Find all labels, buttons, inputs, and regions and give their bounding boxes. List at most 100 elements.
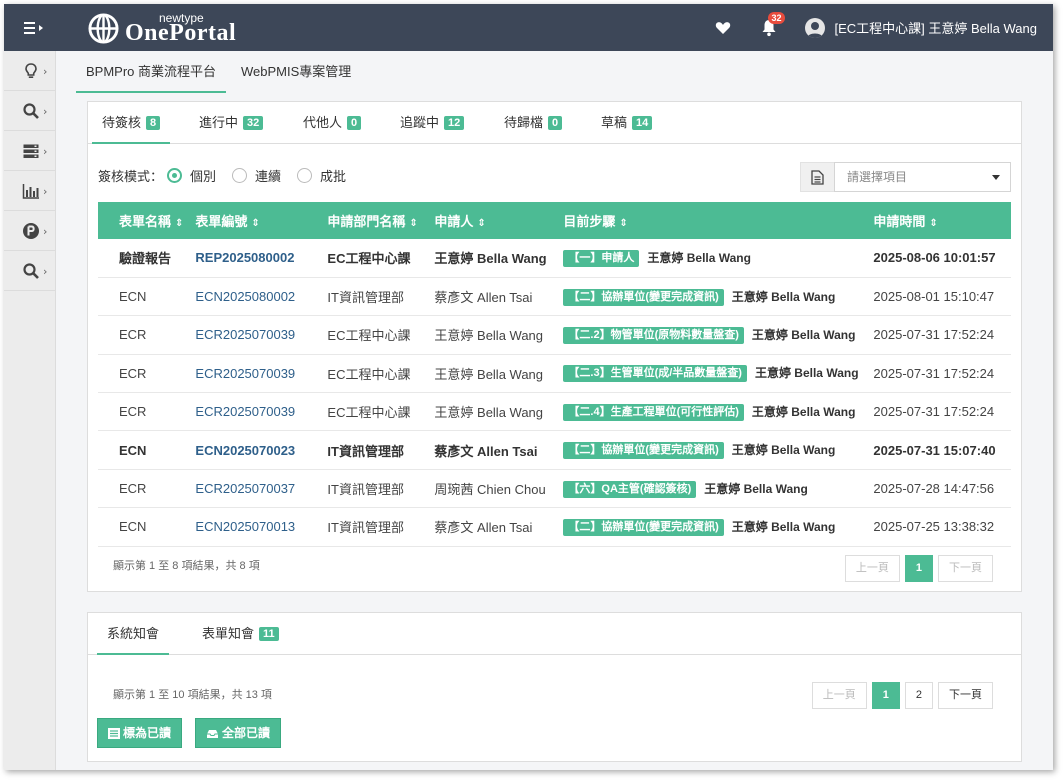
cell-current-step: 【六】QA主管(確認簽核) 王意婷 Bella Wang (557, 469, 868, 509)
table-row[interactable]: ECR ECR2025070037 IT資訊管理部 周琬茜 Chien Chou 【六】… (98, 469, 1011, 509)
sidebar-item-search[interactable]: › (4, 91, 55, 131)
tab-delegate[interactable]: 代他人 0 (293, 102, 371, 144)
next-page-button[interactable]: 下一頁 (938, 682, 993, 709)
tab-in-progress[interactable]: 進行中 32 (189, 102, 273, 144)
mark-read-button[interactable]: 標為已讀 (97, 718, 183, 748)
cell-current-step: 【二】協辦單位(變更完成資訊) 王意婷 Bella Wang (557, 430, 868, 470)
tab-form-notice[interactable]: 表單知會 11 (192, 613, 289, 655)
user-avatar[interactable] (805, 17, 826, 38)
tab-webpmis[interactable]: WebPMIS專案管理 (231, 51, 361, 93)
module-tabs: BPMPro 商業流程平台 WebPMIS專案管理 (76, 51, 1053, 93)
column-header-current-step[interactable]: 目前步驟 ⇕ (557, 202, 868, 239)
table-row[interactable]: ECR ECR2025070039 EC工程中心課 王意婷 Bella Wang 【二.… (98, 354, 1011, 394)
step-badge: 【二.2】物管單位(原物料數量盤查) (563, 326, 744, 344)
mode-radio-batch[interactable] (297, 168, 313, 183)
form-id-link[interactable]: ECR2025070039 (195, 404, 295, 419)
table-row[interactable]: ECR ECR2025070039 EC工程中心課 王意婷 Bella Wang 【二.… (98, 392, 1011, 432)
form-id-link[interactable]: ECN2025080002 (195, 289, 295, 304)
tab-label: 待歸檔 (504, 115, 544, 130)
server-icon (23, 144, 39, 158)
form-id-link[interactable]: REP2025080002 (195, 250, 294, 265)
prev-page-button[interactable]: 上一頁 (811, 682, 867, 709)
mark-all-read-button[interactable]: 全部已讀 (195, 718, 282, 748)
mode-radio-individual[interactable] (167, 168, 183, 183)
search-icon (23, 263, 39, 279)
form-id-link[interactable]: ECR2025070039 (195, 327, 295, 342)
table-row[interactable]: ECN ECN2025070013 IT資訊管理部 蔡彥文 Allen Tsai 【二】… (98, 507, 1011, 547)
cell-apply-time: 2025-07-31 17:52:24 (867, 392, 1011, 432)
menu-toggle-button[interactable] (24, 19, 50, 37)
sidebar-item-server[interactable]: › (4, 131, 55, 171)
cell-current-step: 【二】協辦單位(變更完成資訊) 王意婷 Bella Wang (557, 277, 868, 317)
page-button[interactable]: 2 (904, 682, 933, 709)
tab-system-notice[interactable]: 系統知會 (97, 613, 170, 655)
form-id-link[interactable]: ECN2025070013 (195, 519, 295, 534)
cell-department: IT資訊管理部 (321, 430, 429, 470)
sidebar-item-reports[interactable]: › (4, 171, 55, 211)
step-badge: 【一】申請人 (563, 249, 640, 267)
tab-pending[interactable]: 待簽核 8 (92, 102, 171, 144)
item-select[interactable]: 請選擇項目 (834, 162, 1011, 192)
page-button[interactable]: 1 (871, 682, 900, 709)
step-user: 王意婷 Bella Wang (754, 366, 859, 381)
count-badge: 11 (259, 627, 279, 641)
sidebar-item-search-2[interactable]: › (4, 251, 55, 291)
count-badge: 12 (444, 116, 465, 130)
notice-info: 顯示第 1 至 10 項結果，共 13 項 (113, 689, 272, 701)
document-button[interactable] (800, 162, 834, 192)
tab-tracking[interactable]: 追蹤中 12 (390, 102, 474, 144)
cell-form-id: ECR2025070039 (189, 315, 322, 355)
chevron-right-icon: › (43, 185, 48, 198)
cell-current-step: 【二.4】生產工程單位(可行性評估) 王意婷 Bella Wang (557, 392, 868, 432)
next-page-button[interactable]: 下一頁 (938, 555, 993, 582)
table-row[interactable]: ECN ECN2025070023 IT資訊管理部 蔡彥文 Allen Tsai 【二】… (98, 430, 1011, 470)
column-header-form-name[interactable]: 表單名稱 ⇕ (98, 202, 190, 239)
prev-page-button[interactable]: 上一頁 (844, 555, 900, 582)
tab-drafts[interactable]: 草稿 14 (591, 102, 662, 144)
cell-department: IT資訊管理部 (321, 507, 429, 547)
user-name[interactable]: [EC工程中心課] 王意婷 Bella Wang (834, 18, 1037, 37)
column-header-apply-time[interactable]: 申請時間 ⇕ (867, 202, 1011, 239)
column-header-applicant[interactable]: 申請人 ⇕ (428, 202, 558, 239)
sidebar-item-p[interactable]: › (4, 211, 55, 251)
page-button[interactable]: 1 (904, 555, 933, 582)
form-id-link[interactable]: ECR2025070039 (195, 366, 295, 381)
cell-applicant: 王意婷 Bella Wang (428, 392, 558, 432)
column-header-department[interactable]: 申請部門名稱 ⇕ (321, 202, 429, 239)
table-row[interactable]: 驗證報告 REP2025080002 EC工程中心課 王意婷 Bella Wang 【一… (98, 239, 1011, 278)
table-row[interactable]: ECR ECR2025070039 EC工程中心課 王意婷 Bella Wang 【二.… (98, 315, 1011, 355)
tab-label: 系統知會 (107, 626, 160, 641)
form-id-link[interactable]: ECN2025070023 (195, 443, 295, 458)
chevron-right-icon: › (43, 225, 48, 238)
cell-department: EC工程中心課 (321, 392, 429, 432)
caret-down-icon (992, 175, 1000, 180)
cell-form-id: ECN2025070013 (189, 507, 322, 547)
tab-archive[interactable]: 待歸檔 0 (494, 102, 572, 144)
cell-department: IT資訊管理部 (321, 469, 429, 509)
cell-form-id: REP2025080002 (189, 239, 322, 278)
count-badge: 14 (632, 116, 653, 130)
cell-form-id: ECR2025070039 (189, 392, 322, 432)
mode-radio-continuous[interactable] (232, 168, 248, 183)
notice-tabs: 系統知會 表單知會 11 (88, 613, 1021, 655)
sidebar-item-ideas[interactable]: › (4, 51, 55, 91)
cell-apply-time: 2025-07-31 15:07:40 (867, 430, 1011, 470)
tab-bpmpro[interactable]: BPMPro 商業流程平台 (76, 51, 227, 93)
cell-current-step: 【二.3】生管單位(成/半品數量盤查) 王意婷 Bella Wang (557, 354, 868, 394)
step-badge: 【二.4】生產工程單位(可行性評估) (563, 403, 744, 421)
mode-label: 簽核模式： (98, 169, 164, 184)
cell-form-name: ECR (98, 354, 190, 394)
notifications-button[interactable]: 32 (761, 11, 785, 37)
signoff-mode: 簽核模式： 個別 連續 成批 (98, 166, 350, 185)
heart-icon[interactable] (715, 20, 731, 36)
step-user: 王意婷 Bella Wang (731, 289, 836, 304)
tab-label: 進行中 (199, 115, 239, 130)
form-id-link[interactable]: ECR2025070037 (195, 481, 295, 496)
cell-applicant: 王意婷 Bella Wang (428, 315, 558, 355)
column-header-form-id[interactable]: 表單編號 ⇕ (189, 202, 322, 239)
mode-option-label: 連續 (255, 169, 282, 184)
step-badge: 【二.3】生管單位(成/半品數量盤查) (563, 365, 747, 383)
table-row[interactable]: ECN ECN2025080002 IT資訊管理部 蔡彥文 Allen Tsai 【二】… (98, 277, 1011, 317)
brand-logo[interactable]: newtype OnePortal (88, 9, 273, 47)
inbox-icon (207, 729, 218, 738)
